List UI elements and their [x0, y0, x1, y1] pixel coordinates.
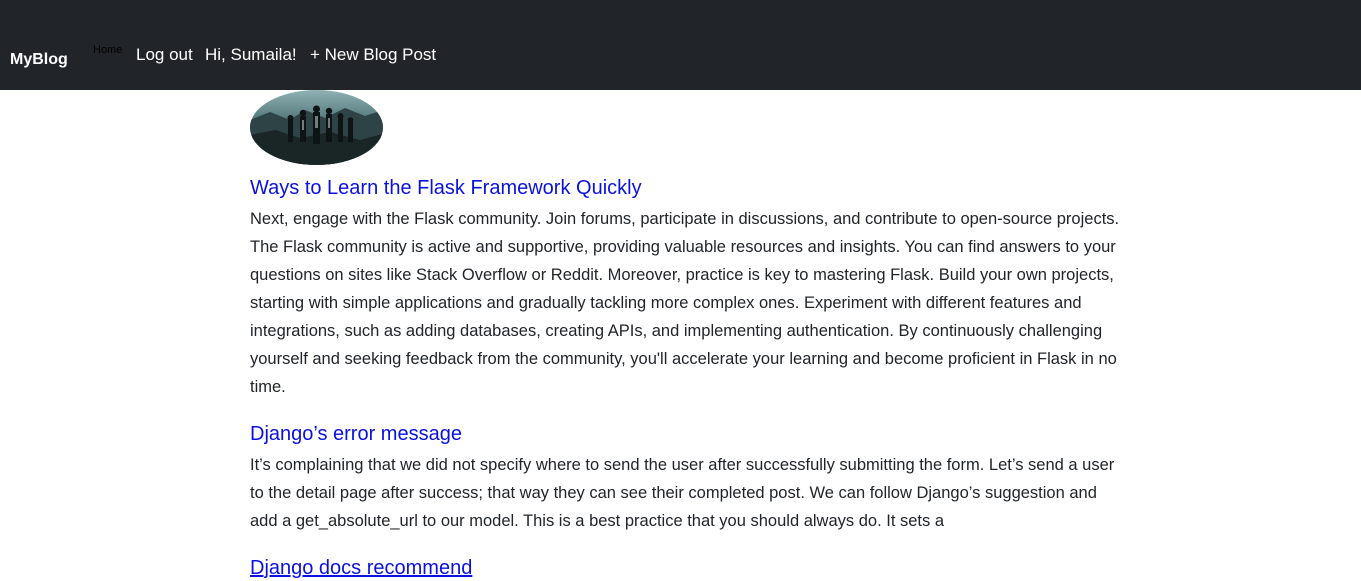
brand-link[interactable]: MyBlog [10, 50, 68, 70]
post-item: Django docs recommend [250, 555, 1120, 581]
logout-link[interactable]: Log out [136, 45, 193, 65]
new-post-link[interactable]: + New Blog Post [310, 45, 436, 65]
post-excerpt: It’s complaining that we did not specify… [250, 456, 1115, 530]
post-thumbnail-image[interactable] [250, 90, 383, 165]
post-title-link[interactable]: Django docs recommend [250, 555, 1120, 581]
post-list: Ways to Learn the Flask Framework Quickl… [250, 90, 1120, 581]
post-title-link[interactable]: Ways to Learn the Flask Framework Quickl… [250, 175, 1120, 201]
post-excerpt: Next, engage with the Flask community. J… [250, 210, 1120, 396]
post-item: Ways to Learn the Flask Framework Quickl… [250, 175, 1120, 401]
post-title-link[interactable]: Django’s error message [250, 421, 1120, 447]
navbar: MyBlog Home Log out Hi, Sumaila! + New B… [0, 0, 1361, 90]
user-greeting: Hi, Sumaila! [205, 45, 297, 64]
nav-home-link[interactable]: Home [93, 44, 122, 57]
post-item: Django’s error message It’s complaining … [250, 421, 1120, 535]
